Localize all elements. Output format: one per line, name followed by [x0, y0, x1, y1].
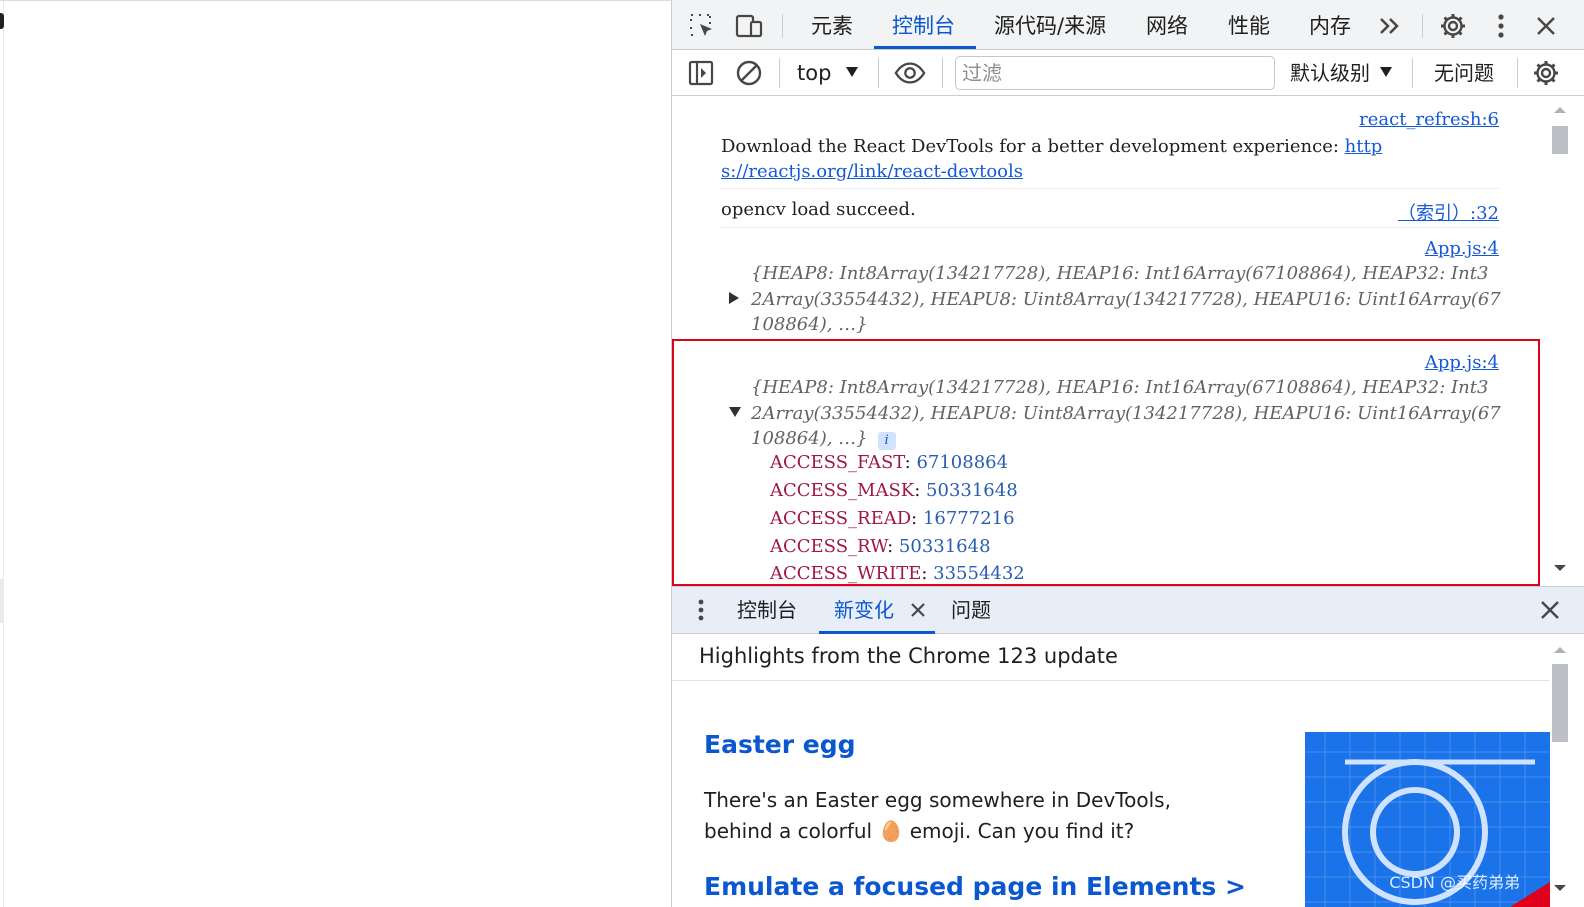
devtools-tab-bar: 元素 控制台 源代码/来源 网络 性能 内存 [672, 0, 1584, 50]
property-key: ACCESS_RW [770, 536, 888, 557]
object-property[interactable]: ACCESS_MASK: 50331648 [770, 480, 1018, 501]
property-value: 67108864 [916, 452, 1009, 473]
viewport-edge-mark [0, 13, 4, 29]
context-dropdown-icon[interactable] [846, 67, 858, 77]
sidebar-toggle-icon[interactable] [685, 57, 717, 89]
viewport-edge [0, 1, 4, 907]
object-preview[interactable]: {HEAP8: Int8Array(134217728), HEAP16: In… [751, 261, 1511, 338]
feature-description: There's an Easter egg somewhere in DevTo… [704, 788, 1171, 812]
close-devtools-icon[interactable] [1530, 10, 1562, 42]
inspect-element-icon[interactable] [686, 10, 718, 42]
object-line: 108864), …} [751, 428, 868, 449]
info-badge-icon[interactable]: i [877, 432, 896, 450]
tab-elements[interactable]: 元素 [811, 0, 853, 50]
kebab-menu-icon[interactable] [1485, 10, 1517, 42]
message-divider [721, 227, 1499, 228]
whats-new-heading: Highlights from the Chrome 123 update [699, 644, 1118, 668]
settings-gear-icon[interactable] [1437, 10, 1469, 42]
object-property[interactable]: ACCESS_FAST: 67108864 [770, 452, 1008, 473]
message-text: opencv load succeed. [721, 199, 916, 220]
device-toolbar-icon[interactable] [733, 10, 765, 42]
context-selector[interactable]: top [797, 59, 831, 87]
log-level-dropdown-icon[interactable] [1380, 67, 1392, 77]
tab-console[interactable]: 控制台 [892, 0, 955, 50]
feature-promo-image: CSDN @买药弟弟 [1305, 732, 1550, 907]
source-link[interactable]: App.js:4 [1425, 352, 1499, 373]
watermark-text: CSDN @买药弟弟 [1389, 873, 1520, 892]
viewport-edge-mark-lower [0, 579, 4, 623]
property-value: 16777216 [922, 508, 1015, 529]
filter-input[interactable]: 过滤 [955, 56, 1275, 90]
feature-title-link[interactable]: Emulate a focused page in Elements > [704, 872, 1246, 901]
heading-divider [672, 680, 1549, 681]
close-drawer-icon[interactable] [1534, 594, 1566, 626]
drawer-menu-icon[interactable] [685, 594, 717, 626]
object-property[interactable]: ACCESS_WRITE: 33554432 [770, 563, 1025, 584]
object-line: 108864), …} [751, 314, 868, 335]
tab-network[interactable]: 网络 [1146, 0, 1188, 50]
property-key: ACCESS_WRITE [770, 563, 922, 584]
console-output[interactable]: react_refresh:6 Download the React DevTo… [672, 96, 1584, 586]
whats-new-panel: Highlights from the Chrome 123 update Ea… [672, 634, 1584, 907]
feature-title-link[interactable]: Easter egg [704, 730, 856, 759]
drawer-scrollbar-thumb[interactable] [1552, 664, 1568, 742]
drawer-tab-issues[interactable]: 问题 [951, 587, 991, 633]
console-message: Download the React DevTools for a better… [721, 134, 1499, 184]
property-value: 50331648 [926, 480, 1018, 501]
toolbar-separator [1412, 58, 1413, 88]
drawer-tab-whats-new[interactable]: 新变化 [834, 587, 894, 633]
toolbar-separator [1517, 58, 1518, 88]
expand-arrow-icon[interactable] [729, 292, 739, 304]
issues-counter[interactable]: 无问题 [1434, 59, 1494, 87]
object-property[interactable]: ACCESS_READ: 16777216 [770, 508, 1015, 529]
toolbar-separator [779, 58, 780, 88]
property-value: 33554432 [933, 563, 1025, 584]
console-toolbar: top 过滤 默认级别 无问题 [672, 50, 1584, 96]
source-link[interactable]: App.js:4 [1425, 238, 1499, 259]
tab-performance[interactable]: 性能 [1228, 0, 1270, 50]
collapse-arrow-icon[interactable] [729, 407, 741, 417]
source-link[interactable]: react_refresh:6 [1359, 109, 1499, 130]
object-line: {HEAP8: Int8Array(134217728), HEAP16: In… [751, 377, 1489, 398]
close-tab-icon[interactable] [902, 594, 934, 626]
tab-sources[interactable]: 源代码/来源 [994, 0, 1106, 50]
devtools-link-continued[interactable]: s://reactjs.org/link/react-devtools [721, 161, 1023, 182]
console-scrollbar[interactable] [1550, 96, 1570, 586]
more-tabs-icon[interactable] [1374, 10, 1406, 42]
source-link[interactable]: （索引）:32 [1398, 199, 1499, 225]
object-line: {HEAP8: Int8Array(134217728), HEAP16: In… [751, 263, 1489, 284]
property-key: ACCESS_MASK [770, 480, 915, 501]
property-key: ACCESS_FAST [770, 452, 905, 473]
message-divider [721, 188, 1499, 189]
tab-console-underline [874, 46, 976, 49]
property-key: ACCESS_READ [770, 508, 912, 529]
object-line: 2Array(33554432), HEAPU8: Uint8Array(134… [751, 288, 1501, 310]
screen: 元素 控制台 源代码/来源 网络 性能 内存 top 过滤 默认级别 无问题 r… [0, 0, 1584, 907]
devtools-panel: 元素 控制台 源代码/来源 网络 性能 内存 top 过滤 默认级别 无问题 r… [671, 0, 1584, 907]
console-scrollbar-thumb[interactable] [1552, 126, 1568, 154]
live-expression-eye-icon[interactable] [894, 57, 926, 89]
toolbar-separator [878, 58, 879, 88]
clear-console-icon[interactable] [733, 57, 765, 89]
toolbar-separator [942, 58, 943, 88]
tab-separator [1422, 14, 1423, 38]
console-message: opencv load succeed. [721, 199, 1499, 220]
object-preview-expanded[interactable]: {HEAP8: Int8Array(134217728), HEAP16: In… [751, 375, 1511, 452]
tab-memory[interactable]: 内存 [1309, 0, 1351, 50]
console-settings-gear-icon[interactable] [1530, 57, 1562, 89]
devtools-link[interactable]: http [1345, 136, 1383, 157]
object-property[interactable]: ACCESS_RW: 50331648 [770, 536, 991, 557]
message-text: Download the React DevTools for a better… [721, 136, 1345, 157]
log-level-selector[interactable]: 默认级别 [1290, 59, 1370, 87]
tab-separator [782, 14, 783, 38]
drawer-tab-bar: 控制台 新变化 问题 [672, 586, 1584, 634]
property-value: 50331648 [898, 536, 991, 557]
page-viewport[interactable] [0, 0, 671, 907]
drawer-tab-console[interactable]: 控制台 [737, 587, 797, 633]
object-line: 2Array(33554432), HEAPU8: Uint8Array(134… [751, 402, 1501, 424]
feature-description: behind a colorful 🥚 emoji. Can you find … [704, 819, 1135, 843]
